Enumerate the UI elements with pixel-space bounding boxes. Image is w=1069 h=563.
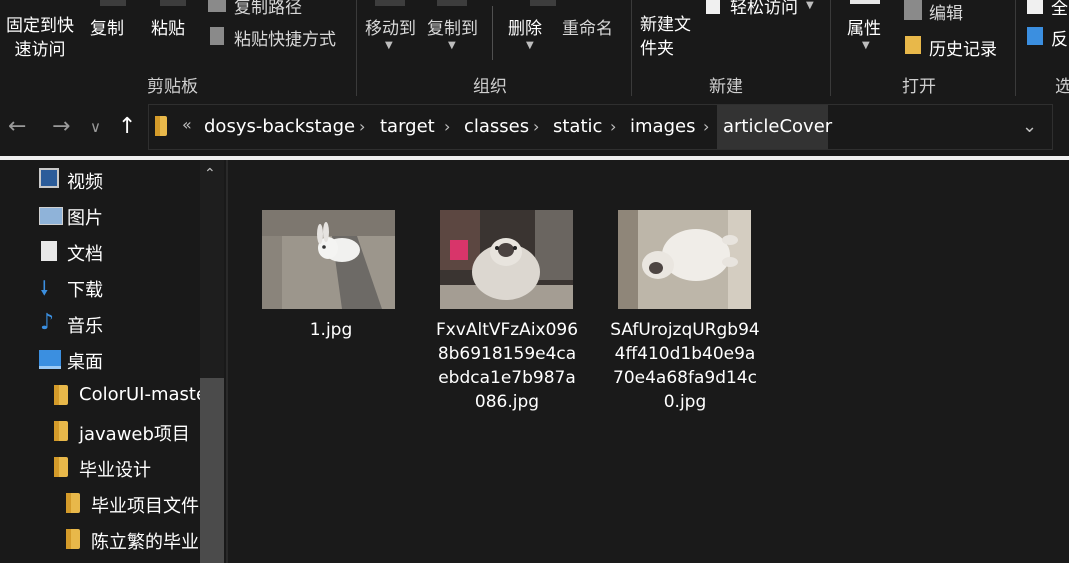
delete-button[interactable]: 删除 <box>508 14 542 39</box>
ribbon-divider <box>1015 0 1016 96</box>
sidebar-item-graduation-design[interactable]: 毕业设计 <box>79 456 151 482</box>
delete-icon <box>530 0 556 6</box>
breadcrumb-separator-icon[interactable]: › <box>444 117 450 136</box>
edit-button[interactable]: 编辑 <box>929 0 963 24</box>
new-group-label: 新建 <box>709 77 743 97</box>
easy-access-dropdown-icon: ▼ <box>806 0 814 11</box>
invert-selection-icon <box>1027 27 1043 45</box>
breadcrumb-static[interactable]: static <box>553 116 602 137</box>
sidebar-item-graduation-project-files[interactable]: 毕业项目文件 <box>91 492 199 518</box>
easy-access-button[interactable]: 轻松访问 <box>730 0 798 18</box>
file-thumbnail[interactable] <box>262 210 395 309</box>
scroll-up-chevron-icon[interactable]: ⌃ <box>204 166 216 182</box>
pin-quick-access-button[interactable]: 固定到快速访问 <box>2 14 78 62</box>
ribbon: 固定到快速访问 复制 粘贴 复制路径 粘贴快捷方式 剪贴板 移动到 ▼ 复制到 … <box>0 0 1069 100</box>
breadcrumb-separator-icon[interactable]: › <box>359 117 365 136</box>
breadcrumb-dosys-backstage[interactable]: dosys-backstage <box>204 116 355 137</box>
paste-shortcut-button[interactable]: 粘贴快捷方式 <box>234 25 336 50</box>
sidebar-item-videos[interactable]: 视频 <box>67 168 103 194</box>
copy-to-icon <box>437 0 467 6</box>
edit-icon <box>904 0 922 20</box>
copy-to-dropdown-icon: ▼ <box>448 40 456 51</box>
easy-access-icon <box>706 0 720 14</box>
address-folder-icon <box>155 116 167 136</box>
properties-icon <box>850 0 880 4</box>
move-to-button[interactable]: 移动到 <box>365 14 416 39</box>
overflow-chevron[interactable]: « <box>182 115 192 134</box>
back-arrow-icon[interactable]: ← <box>8 114 26 139</box>
file-name-label[interactable]: 1.jpg <box>256 318 406 342</box>
breadcrumb-separator-icon[interactable]: › <box>533 117 539 136</box>
sidebar-scrollbar-thumb[interactable] <box>200 378 224 563</box>
ribbon-divider <box>356 0 357 96</box>
organize-divider <box>492 6 493 60</box>
properties-button[interactable]: 属性 <box>847 14 881 39</box>
file-thumbnail[interactable] <box>618 210 751 309</box>
sidebar-item-colorui[interactable]: ColorUI-maste <box>79 384 200 405</box>
move-to-icon <box>375 0 405 6</box>
sidebar-item-music[interactable]: 音乐 <box>67 312 103 338</box>
copy-path-icon <box>208 0 226 12</box>
rename-button[interactable]: 重命名 <box>562 14 613 39</box>
move-to-dropdown-icon: ▼ <box>385 40 393 51</box>
invert-selection-button[interactable]: 反 <box>1051 25 1068 50</box>
organize-group-label: 组织 <box>473 77 507 97</box>
select-group-label: 选 <box>1055 77 1069 97</box>
paste-button[interactable]: 粘贴 <box>151 14 185 39</box>
paste-icon <box>160 0 186 6</box>
breadcrumb-classes[interactable]: classes <box>464 116 529 137</box>
copy-button[interactable]: 复制 <box>90 14 124 39</box>
sidebar-item-desktop[interactable]: 桌面 <box>67 348 103 374</box>
sidebar-item-chen-graduation[interactable]: 陈立繁的毕业 <box>91 528 199 554</box>
paste-shortcut-icon <box>210 27 224 45</box>
select-all-button[interactable]: 全 <box>1051 0 1068 19</box>
address-dropdown-chevron-icon[interactable]: ⌄ <box>1022 116 1037 137</box>
breadcrumb-images[interactable]: images <box>630 116 695 137</box>
recent-locations-chevron-icon[interactable]: ∨ <box>90 118 101 136</box>
ribbon-divider <box>631 0 632 96</box>
clipboard-group-label: 剪贴板 <box>147 77 198 97</box>
copy-to-button[interactable]: 复制到 <box>427 14 478 39</box>
file-name-label[interactable]: FxvAltVFzAix0968b6918159e4caebdca1e7b987… <box>434 318 580 414</box>
breadcrumb-articlecover[interactable]: articleCover <box>723 116 832 137</box>
copy-path-button[interactable]: 复制路径 <box>234 0 302 18</box>
history-icon <box>905 36 921 54</box>
forward-arrow-icon[interactable]: → <box>52 114 70 139</box>
new-folder-button[interactable]: 新建文件夹 <box>640 13 700 61</box>
breadcrumb-target[interactable]: target <box>380 116 435 137</box>
select-all-icon <box>1027 0 1043 14</box>
rabbit-closeup-thumbnail <box>440 210 573 309</box>
ribbon-divider <box>830 0 831 96</box>
up-arrow-icon[interactable]: ↑ <box>118 114 136 139</box>
copy-icon <box>100 0 126 6</box>
file-name-label[interactable]: SAfUrojzqURgb944ff410d1b40e9a70e4a68fa9d… <box>610 318 760 414</box>
open-group-label: 打开 <box>902 77 936 97</box>
rabbit-photo-thumbnail <box>262 210 395 309</box>
properties-dropdown-icon: ▼ <box>862 40 870 51</box>
sidebar-item-documents[interactable]: 文档 <box>67 240 103 266</box>
sidebar-item-downloads[interactable]: 下载 <box>67 276 103 302</box>
breadcrumb-separator-icon[interactable]: › <box>610 117 616 136</box>
rabbit-rotated-thumbnail <box>618 210 751 309</box>
sidebar-item-javaweb[interactable]: javaweb项目 <box>79 420 190 446</box>
history-button[interactable]: 历史记录 <box>929 35 997 60</box>
delete-dropdown-icon: ▼ <box>526 40 534 51</box>
file-thumbnail[interactable] <box>440 210 573 309</box>
breadcrumb-separator-icon[interactable]: › <box>703 117 709 136</box>
sidebar-item-pictures[interactable]: 图片 <box>67 204 103 230</box>
